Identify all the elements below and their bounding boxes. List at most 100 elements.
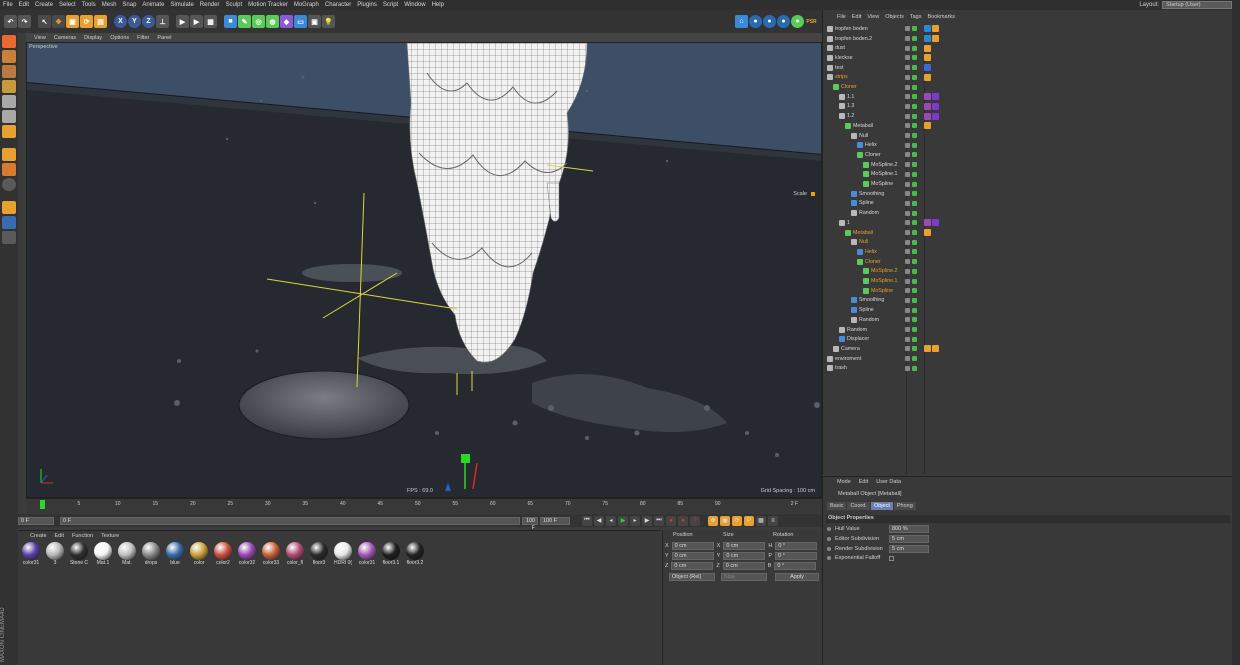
autokey-icon[interactable]: ●: [678, 515, 688, 526]
editor-visibility-icon[interactable]: [905, 94, 910, 100]
object-name[interactable]: 1.3: [847, 103, 854, 109]
tag-icon[interactable]: [932, 102, 939, 110]
object-menu-bookmarks[interactable]: Bookmarks: [927, 14, 955, 20]
check-icon[interactable]: [912, 181, 917, 187]
object-menu-objects[interactable]: Objects: [885, 14, 904, 20]
min-frame-slider[interactable]: 0 F: [60, 516, 520, 525]
menu-item-animate[interactable]: Animate: [139, 2, 167, 8]
key-scale-icon[interactable]: ▣: [720, 515, 730, 526]
prev-frame-icon[interactable]: ◂: [606, 515, 616, 526]
check-icon[interactable]: [912, 317, 917, 323]
object-name[interactable]: MoSpline: [871, 288, 893, 294]
go-start-icon[interactable]: ⏮: [582, 515, 592, 526]
move-tool-icon[interactable]: ✥: [52, 15, 65, 28]
tag-icon[interactable]: [924, 219, 931, 227]
menu-item-sculpt[interactable]: Sculpt: [222, 2, 245, 8]
tag-icon[interactable]: [924, 73, 931, 81]
material-item[interactable]: 3: [44, 542, 66, 566]
tag-icon[interactable]: [932, 112, 939, 120]
viewport-menu-options[interactable]: Options: [110, 35, 129, 41]
prev-key-icon[interactable]: ◀: [594, 515, 604, 526]
tab-object[interactable]: Object: [870, 502, 893, 510]
object-row[interactable]: Random: [823, 208, 1233, 218]
position-field[interactable]: 0 cm: [671, 542, 714, 550]
object-name[interactable]: trash: [835, 365, 847, 371]
editor-visibility-icon[interactable]: [905, 103, 910, 109]
undo-icon[interactable]: ↶: [4, 15, 17, 28]
key-pos-icon[interactable]: ✥: [708, 515, 718, 526]
menu-item-create[interactable]: Create: [32, 2, 56, 8]
object-row[interactable]: Helix: [823, 140, 1233, 150]
tag-icon[interactable]: [932, 93, 939, 101]
material-item[interactable]: color: [188, 542, 210, 566]
editor-visibility-icon[interactable]: [905, 307, 910, 313]
object-row[interactable]: MoSpline.2: [823, 160, 1233, 170]
editor-visibility-icon[interactable]: [905, 259, 910, 265]
editor-visibility-icon[interactable]: [905, 200, 910, 206]
editor-visibility-icon[interactable]: [905, 65, 910, 71]
object-row[interactable]: MoSpline: [823, 286, 1233, 296]
material-preview[interactable]: [166, 542, 184, 560]
editor-visibility-icon[interactable]: [905, 220, 910, 226]
object-name[interactable]: Displacer: [847, 336, 869, 342]
editor-visibility-icon[interactable]: [905, 365, 910, 371]
layout-dropdown[interactable]: Startup (User): [1162, 1, 1232, 9]
object-row[interactable]: enviroment: [823, 354, 1233, 364]
material-preview[interactable]: [406, 542, 424, 560]
editor-visibility-icon[interactable]: [905, 230, 910, 236]
sculpt-icon[interactable]: ●: [763, 15, 776, 28]
check-icon[interactable]: [912, 171, 917, 177]
mograph-icon[interactable]: ●: [791, 15, 804, 28]
check-icon[interactable]: [912, 356, 917, 362]
texture-mode-icon[interactable]: [2, 65, 16, 78]
menu-item-select[interactable]: Select: [56, 2, 79, 8]
menu-item-edit[interactable]: Edit: [16, 2, 32, 8]
playhead[interactable]: [40, 500, 45, 509]
editor-visibility-icon[interactable]: [905, 327, 910, 333]
editor-visibility-icon[interactable]: [905, 142, 910, 148]
object-row[interactable]: Spline: [823, 305, 1233, 315]
tag-icon[interactable]: [924, 44, 931, 52]
material-preview[interactable]: [310, 542, 328, 560]
material-item[interactable]: Stone C: [68, 542, 90, 566]
record-icon[interactable]: ●: [666, 515, 676, 526]
material-preview[interactable]: [214, 542, 232, 560]
attr-menu-user-data[interactable]: User Data: [876, 479, 901, 485]
tag-icon[interactable]: [924, 229, 931, 237]
object-row[interactable]: Smoothing: [823, 189, 1233, 199]
tag-icon[interactable]: [932, 345, 939, 353]
menu-item-script[interactable]: Script: [380, 2, 401, 8]
object-row[interactable]: Random: [823, 325, 1233, 335]
editor-visibility-icon[interactable]: [905, 288, 910, 294]
scale-tool-icon[interactable]: ▣: [66, 15, 79, 28]
editor-visibility-icon[interactable]: [905, 278, 910, 284]
tag-icon[interactable]: [932, 219, 939, 227]
check-icon[interactable]: [912, 210, 917, 216]
check-icon[interactable]: [912, 346, 917, 352]
viewport-menu-panel[interactable]: Panel: [157, 35, 171, 41]
editor-visibility-icon[interactable]: [905, 181, 910, 187]
object-name[interactable]: Spline: [859, 200, 874, 206]
editor-visibility-icon[interactable]: [905, 239, 910, 245]
axis-mode-icon[interactable]: [2, 148, 16, 161]
tag-icon[interactable]: [924, 25, 931, 33]
object-row[interactable]: 1.3: [823, 102, 1233, 112]
tag-icon[interactable]: [924, 54, 931, 62]
editor-visibility-icon[interactable]: [905, 356, 910, 362]
object-menu-tags[interactable]: Tags: [910, 14, 922, 20]
object-name[interactable]: Spline: [859, 307, 874, 313]
object-name[interactable]: Metaball: [853, 123, 873, 129]
check-icon[interactable]: [912, 288, 917, 294]
menu-item-mograph[interactable]: MoGraph: [291, 2, 322, 8]
rotation-field[interactable]: 0 °: [774, 562, 817, 570]
object-name[interactable]: Cloner: [865, 259, 881, 265]
tweak-icon[interactable]: [2, 163, 16, 176]
check-icon[interactable]: [912, 45, 917, 51]
check-icon[interactable]: [912, 297, 917, 303]
object-name[interactable]: dust: [835, 45, 845, 51]
rotation-field[interactable]: 0 °: [775, 552, 818, 560]
material-preview[interactable]: [46, 542, 64, 560]
tab-coord[interactable]: Coord.: [847, 502, 870, 510]
object-row[interactable]: MoSpline: [823, 179, 1233, 189]
check-icon[interactable]: [912, 36, 917, 42]
